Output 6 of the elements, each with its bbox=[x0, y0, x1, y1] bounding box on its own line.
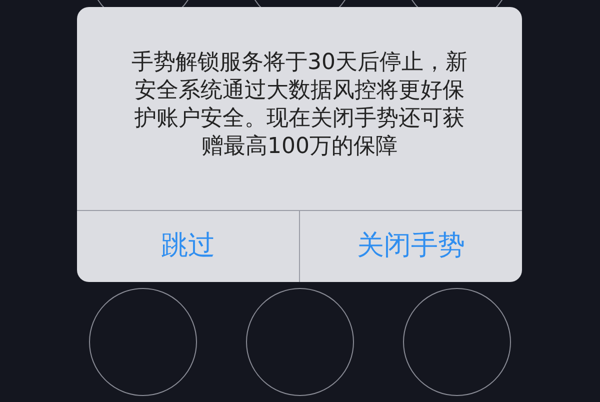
alert-message: 手势解锁服务将于30天后停止，新安全系统通过大数据风控将更好保护账户安全。现在关闭手势还可获赠最高100万的保障 bbox=[130, 48, 468, 160]
gesture-dot[interactable] bbox=[246, 288, 354, 396]
alert-button[interactable]: 关闭手势 bbox=[299, 211, 522, 282]
gesture-dot[interactable] bbox=[403, 288, 511, 396]
alert-button[interactable]: 跳过 bbox=[77, 211, 299, 282]
gesture-dot[interactable] bbox=[89, 288, 197, 396]
